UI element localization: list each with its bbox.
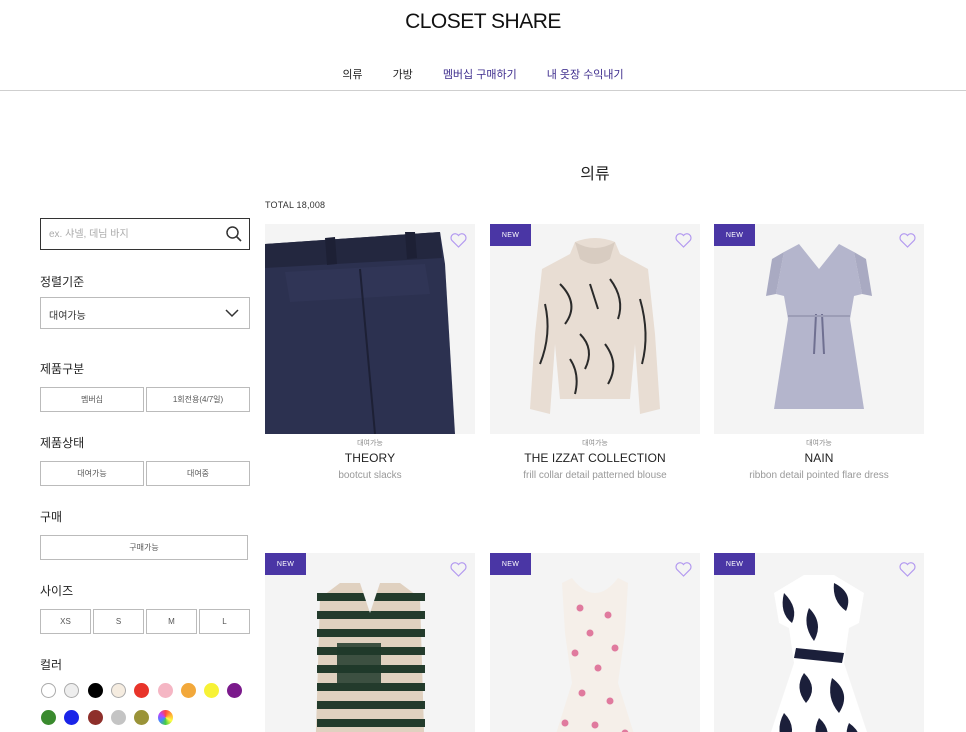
heart-icon[interactable]	[675, 233, 692, 248]
product-status: 대여가능	[357, 440, 383, 447]
size-xs[interactable]: XS	[40, 609, 91, 634]
new-badge: NEW	[714, 553, 755, 575]
color-swatch[interactable]	[180, 683, 196, 698]
floral-dress-image	[714, 553, 924, 732]
sort-select-value: 대여가능	[49, 311, 86, 322]
product-image[interactable]: NEW	[714, 553, 924, 732]
chevron-down-icon	[225, 309, 239, 318]
product-card[interactable]: NEW	[490, 553, 700, 732]
product-status: 대여가능	[582, 440, 608, 447]
product-brand[interactable]: THE IZZAT COLLECTION	[490, 451, 700, 465]
color-swatch[interactable]	[134, 683, 150, 698]
blouse-image	[490, 224, 700, 434]
color-swatch[interactable]	[157, 683, 173, 698]
product-brand[interactable]: THEORY	[265, 451, 475, 465]
logo[interactable]: CLOSET SHARE	[0, 10, 966, 34]
heart-icon[interactable]	[675, 562, 692, 577]
new-badge: NEW	[490, 224, 531, 246]
color-swatch[interactable]	[227, 683, 243, 698]
nav-item-clothing[interactable]: 의류	[342, 66, 362, 82]
product-image[interactable]: NEW	[714, 224, 924, 434]
color-swatch[interactable]	[41, 683, 56, 698]
heart-icon[interactable]	[450, 562, 467, 577]
filter-membership[interactable]: 멤버십	[40, 387, 144, 412]
heart-icon[interactable]	[450, 233, 467, 248]
color-heading: 컬러	[40, 658, 63, 672]
filter-rented[interactable]: 대여중	[146, 461, 250, 486]
polka-dress-image	[490, 553, 700, 732]
size-m[interactable]: M	[146, 609, 197, 634]
filter-available[interactable]: 대여가능	[40, 461, 144, 486]
purchase-heading: 구매	[40, 510, 63, 524]
color-swatch[interactable]	[41, 710, 56, 725]
search-input[interactable]	[41, 219, 216, 249]
new-badge: NEW	[490, 553, 531, 575]
product-image[interactable]: NEW	[265, 553, 475, 732]
product-description[interactable]: ribbon detail pointed flare dress	[714, 470, 924, 481]
heart-icon[interactable]	[899, 562, 916, 577]
sort-select[interactable]: 대여가능	[40, 297, 250, 329]
nav-item-bags[interactable]: 가방	[393, 66, 413, 82]
product-description[interactable]: frill collar detail patterned blouse	[490, 470, 700, 481]
color-swatch[interactable]	[204, 683, 220, 698]
product-card[interactable]: NEW	[265, 553, 475, 732]
color-swatch[interactable]	[87, 683, 103, 698]
product-image[interactable]: NEW	[490, 224, 700, 434]
slacks-image	[265, 224, 475, 434]
nav-item-earn[interactable]: 내 옷장 수익내기	[547, 66, 624, 82]
product-status: 대여가능	[806, 440, 832, 447]
color-swatch[interactable]	[64, 710, 80, 725]
heart-icon[interactable]	[899, 233, 916, 248]
color-swatch[interactable]	[134, 710, 150, 725]
nav-item-membership[interactable]: 멤버십 구매하기	[443, 66, 517, 82]
color-swatch[interactable]	[87, 710, 103, 725]
condition-heading: 제품상태	[40, 436, 85, 450]
nav-divider	[0, 90, 966, 91]
search-icon[interactable]	[225, 225, 243, 243]
product-description[interactable]: bootcut slacks	[265, 470, 475, 481]
category-heading: 제품구분	[40, 362, 85, 376]
product-card[interactable]: NEW 대여가능 THE IZZAT COLLECTION frill coll…	[490, 224, 700, 481]
dress-image	[714, 224, 924, 434]
product-card[interactable]: NEW	[714, 553, 924, 732]
color-swatch[interactable]	[110, 710, 126, 725]
total-count: TOTAL 18,008	[265, 200, 326, 210]
new-badge: NEW	[714, 224, 755, 246]
size-s[interactable]: S	[93, 609, 144, 634]
size-heading: 사이즈	[40, 584, 74, 598]
size-l[interactable]: L	[199, 609, 250, 634]
product-brand[interactable]: NAIN	[714, 451, 924, 465]
product-card[interactable]: 대여가능 THEORY bootcut slacks	[265, 224, 475, 481]
product-image[interactable]: NEW	[490, 553, 700, 732]
cardigan-image	[265, 553, 475, 732]
main-nav: 의류 가방 멤버십 구매하기 내 옷장 수익내기	[0, 66, 966, 82]
product-card[interactable]: NEW 대여가능 NAIN ribbon detail pointed flar…	[714, 224, 924, 481]
color-swatch[interactable]	[110, 683, 126, 698]
filter-one-time[interactable]: 1회전용(4/7일)	[146, 387, 250, 412]
page-title: 의류	[580, 166, 610, 183]
color-swatch[interactable]	[64, 683, 80, 698]
product-image[interactable]	[265, 224, 475, 434]
sort-heading: 정렬기준	[40, 275, 85, 289]
filter-purchasable[interactable]: 구매가능	[40, 535, 248, 560]
color-swatch[interactable]	[157, 710, 173, 725]
search-box	[40, 218, 250, 250]
new-badge: NEW	[265, 553, 306, 575]
